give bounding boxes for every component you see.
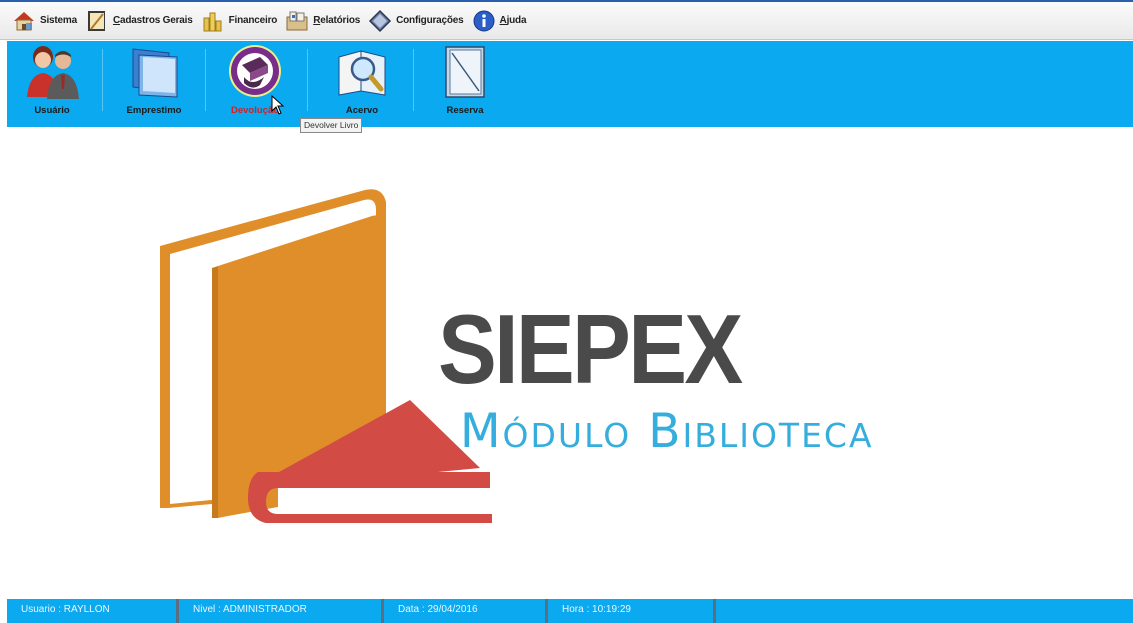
toolbar-separator bbox=[307, 49, 308, 111]
toolbar: Usuário Emprestimo Devolução Acervo Rese… bbox=[7, 41, 1133, 127]
menu-bar: Sistema Cadastros Gerais Financeiro Rela… bbox=[0, 0, 1133, 40]
coins-icon bbox=[203, 12, 222, 31]
menu-label: Configurações bbox=[396, 15, 464, 26]
toolbar-acervo-button[interactable]: Acervo bbox=[327, 43, 397, 123]
info-icon bbox=[473, 10, 495, 31]
toolbar-separator bbox=[205, 49, 206, 111]
toolbar-separator bbox=[102, 49, 103, 111]
notebook-icon bbox=[445, 46, 485, 98]
toolbar-separator bbox=[413, 49, 414, 111]
diamond-icon bbox=[369, 9, 392, 32]
magnifier-book-icon bbox=[338, 50, 386, 96]
menu-financeiro[interactable]: Financeiro bbox=[201, 6, 278, 36]
menu-label: Financeiro bbox=[228, 15, 278, 26]
status-level: Nivel : ADMINISTRADOR bbox=[179, 599, 384, 623]
toolbar-usuario-button[interactable]: Usuário bbox=[17, 43, 87, 123]
menu-sistema[interactable]: Sistema bbox=[12, 6, 77, 36]
books-icon bbox=[132, 48, 178, 98]
menu-label: Relatórios bbox=[313, 15, 361, 26]
house-icon bbox=[14, 11, 34, 30]
menu-label: Cadastros Gerais bbox=[112, 15, 193, 26]
menu-configuracoes[interactable]: Configurações bbox=[368, 6, 464, 36]
reports-icon bbox=[286, 11, 308, 30]
brand-subtitle: Módulo Biblioteca bbox=[460, 404, 874, 459]
status-user: Usuario : RAYLLON bbox=[7, 599, 179, 623]
toolbar-label: Reserva bbox=[446, 105, 484, 116]
tooltip: Devolver Livro bbox=[300, 118, 363, 133]
toolbar-reserva-button[interactable]: Reserva bbox=[430, 43, 500, 123]
status-bar: Usuario : RAYLLON Nivel : ADMINISTRADOR … bbox=[7, 599, 1133, 623]
brand-title: SIEPEX bbox=[438, 294, 743, 404]
mouse-cursor-icon bbox=[271, 95, 285, 115]
menu-label: Sistema bbox=[40, 15, 77, 26]
return-book-icon bbox=[229, 45, 281, 97]
toolbar-emprestimo-button[interactable]: Emprestimo bbox=[119, 43, 189, 123]
toolbar-label: Acervo bbox=[345, 105, 379, 116]
users-icon bbox=[27, 46, 79, 99]
status-date: Data : 29/04/2016 bbox=[384, 599, 548, 623]
menu-label: Ajuda bbox=[499, 15, 527, 26]
toolbar-label: Usuário bbox=[34, 105, 70, 116]
menu-cadastros-gerais[interactable]: Cadastros Gerais bbox=[85, 6, 193, 36]
menu-relatorios[interactable]: Relatórios bbox=[285, 6, 360, 36]
status-time: Hora : 10:19:29 bbox=[548, 599, 716, 623]
toolbar-label: Emprestimo bbox=[126, 105, 182, 116]
register-book-icon bbox=[87, 10, 105, 31]
menu-ajuda[interactable]: Ajuda bbox=[472, 6, 527, 36]
